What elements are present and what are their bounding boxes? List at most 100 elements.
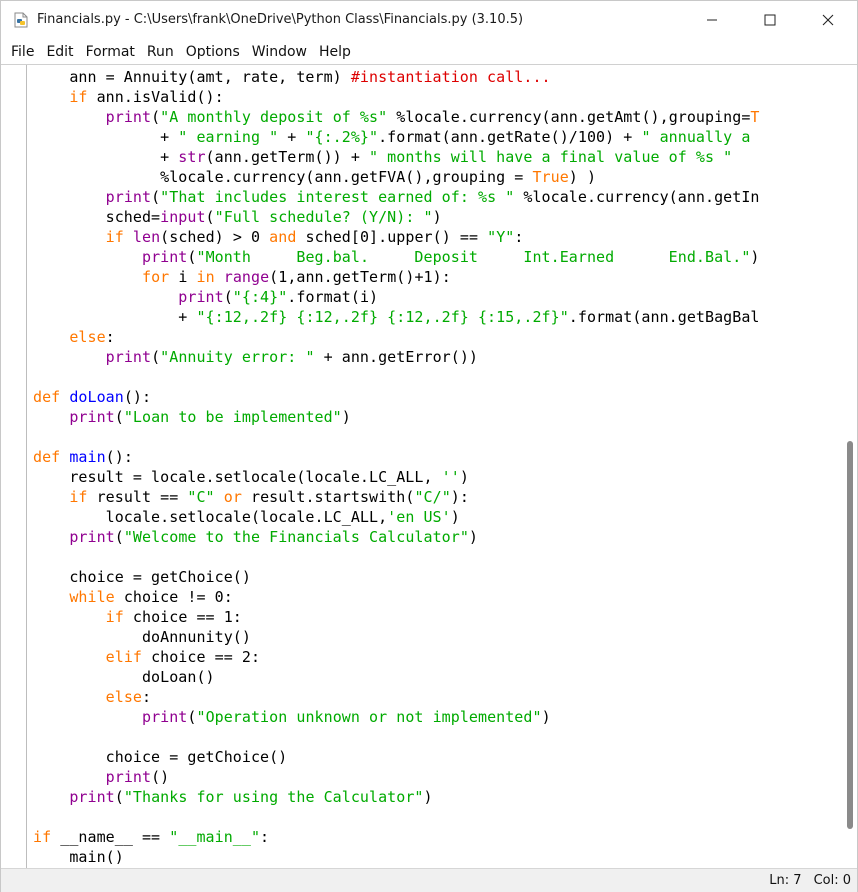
- code-token: :: [141, 688, 152, 706]
- code-line[interactable]: 63 print("Welcome to the Financials Calc…: [33, 527, 841, 547]
- code-line[interactable]: 68 doAnnunity(): [33, 627, 841, 647]
- code-token: choice = getChoice(): [33, 568, 251, 586]
- code-line[interactable]: 44 + str(ann.getTerm()) + " months will …: [33, 147, 841, 167]
- code-token: print: [69, 788, 115, 806]
- code-line[interactable]: 50 for i in range(1,ann.getTerm()+1):: [33, 267, 841, 287]
- code-line-text: print("Annuity error: " + ann.getError()…: [33, 348, 478, 366]
- code-line[interactable]: 67 if choice == 1:: [33, 607, 841, 627]
- code-token: (): [151, 768, 170, 786]
- code-line[interactable]: 69 elif choice == 2:: [33, 647, 841, 667]
- code-line-text: while choice != 0:: [33, 588, 233, 606]
- code-line-text: if result == "C" or result.startswith("C…: [33, 488, 469, 506]
- code-token: %locale.currency(ann.getFVA(),grouping =: [33, 168, 533, 186]
- code-line[interactable]: 47 sched=input("Full schedule? (Y/N): "): [33, 207, 841, 227]
- code-line[interactable]: 61 if result == "C" or result.startswith…: [33, 487, 841, 507]
- code-line-text: print(): [33, 768, 170, 786]
- code-line[interactable]: 48 if len(sched) > 0 and sched[0].upper(…: [33, 227, 841, 247]
- code-token: choice != 0:: [114, 588, 233, 606]
- code-line[interactable]: 40 ann = Annuity(amt, rate, term) #insta…: [33, 67, 841, 87]
- menu-options[interactable]: Options: [180, 41, 246, 63]
- code-line[interactable]: 75 print(): [33, 767, 841, 787]
- code-line[interactable]: 62 locale.setlocale(locale.LC_ALL,'en US…: [33, 507, 841, 527]
- close-button[interactable]: [799, 1, 857, 39]
- code-token: + ann.getError()): [314, 348, 478, 366]
- code-line[interactable]: 56def doLoan():: [33, 387, 841, 407]
- code-line-text: print("A monthly deposit of %s" %locale.…: [33, 108, 760, 126]
- code-line[interactable]: 45 %locale.currency(ann.getFVA(),groupin…: [33, 167, 841, 187]
- code-line[interactable]: 49 print("Month Beg.bal. Deposit Int.Ear…: [33, 247, 841, 267]
- code-line[interactable]: 46 print("That includes interest earned …: [33, 187, 841, 207]
- status-column: Col: 0: [813, 873, 851, 888]
- code-line[interactable]: 72 print("Operation unknown or not imple…: [33, 707, 841, 727]
- code-line[interactable]: 53 else:: [33, 327, 841, 347]
- code-line[interactable]: 76 print("Thanks for using the Calculato…: [33, 787, 841, 807]
- code-line[interactable]: 57 print("Loan to be implemented"): [33, 407, 841, 427]
- code-text-area[interactable]: 40 ann = Annuity(amt, rate, term) #insta…: [33, 67, 841, 867]
- code-token: "Thanks for using the Calculator": [123, 788, 424, 806]
- code-token: :: [260, 828, 270, 846]
- menu-format[interactable]: Format: [80, 41, 141, 63]
- code-line[interactable]: 79 main(): [33, 847, 841, 867]
- code-line[interactable]: 64: [33, 547, 841, 567]
- code-token: '': [441, 468, 460, 486]
- code-line[interactable]: 74 choice = getChoice(): [33, 747, 841, 767]
- code-line[interactable]: 73: [33, 727, 841, 747]
- code-token: " annually a: [641, 128, 751, 146]
- menu-help[interactable]: Help: [313, 41, 357, 63]
- code-token: "C": [187, 488, 215, 506]
- code-line[interactable]: 77: [33, 807, 841, 827]
- code-line[interactable]: 59def main():: [33, 447, 841, 467]
- maximize-button[interactable]: [741, 1, 799, 39]
- code-token: ): [459, 468, 469, 486]
- code-line[interactable]: 55: [33, 367, 841, 387]
- scrollbar-thumb[interactable]: [847, 441, 853, 829]
- menu-file[interactable]: File: [1, 41, 40, 63]
- code-line-text: choice = getChoice(): [33, 748, 288, 766]
- code-line[interactable]: 60 result = locale.setlocale(locale.LC_A…: [33, 467, 841, 487]
- code-token: choice == 1:: [123, 608, 242, 626]
- menu-edit[interactable]: Edit: [40, 41, 79, 63]
- code-line[interactable]: 66 while choice != 0:: [33, 587, 841, 607]
- code-token: ): [468, 528, 478, 546]
- code-token: choice = getChoice(): [33, 748, 288, 766]
- code-line[interactable]: 78if __name__ == "__main__":: [33, 827, 841, 847]
- code-line-text: if __name__ == "__main__":: [33, 828, 269, 846]
- code-token: sched=: [33, 208, 161, 226]
- code-line[interactable]: 42 print("A monthly deposit of %s" %loca…: [33, 107, 841, 127]
- code-line[interactable]: 43 + " earning " + "{:.2%}".format(ann.g…: [33, 127, 841, 147]
- code-editor[interactable]: 40 ann = Annuity(amt, rate, term) #insta…: [1, 64, 857, 868]
- code-token: "{:4}": [232, 288, 288, 306]
- title-bar[interactable]: Financials.py - C:\Users\frank\OneDrive\…: [1, 1, 857, 39]
- code-line[interactable]: 71 else:: [33, 687, 841, 707]
- close-icon: [822, 14, 834, 26]
- code-token: .format(i): [287, 288, 379, 306]
- code-token: (sched) > 0: [160, 228, 270, 246]
- code-line[interactable]: 70 doLoan(): [33, 667, 841, 687]
- code-line-text: elif choice == 2:: [33, 648, 260, 666]
- menu-window[interactable]: Window: [246, 41, 313, 63]
- code-line[interactable]: 41 if ann.isValid():: [33, 87, 841, 107]
- code-line-text: print("Loan to be implemented"): [33, 408, 351, 426]
- code-line[interactable]: 58: [33, 427, 841, 447]
- code-token: T: [750, 108, 760, 126]
- code-token: ): [432, 208, 442, 226]
- code-line[interactable]: 51 print("{:4}".format(i): [33, 287, 841, 307]
- code-token: def: [33, 388, 61, 406]
- code-line[interactable]: 65 choice = getChoice(): [33, 567, 841, 587]
- code-token: (: [151, 348, 161, 366]
- code-token: doLoan: [69, 388, 124, 406]
- code-token: if: [33, 828, 52, 846]
- vertical-scrollbar[interactable]: [843, 65, 857, 868]
- code-line[interactable]: 54 print("Annuity error: " + ann.getErro…: [33, 347, 841, 367]
- menu-bar: File Edit Format Run Options Window Help: [1, 41, 857, 63]
- minimize-button[interactable]: [683, 1, 741, 39]
- menu-run[interactable]: Run: [141, 41, 180, 63]
- code-line[interactable]: 52 + "{:12,.2f} {:12,.2f} {:12,.2f} {:15…: [33, 307, 841, 327]
